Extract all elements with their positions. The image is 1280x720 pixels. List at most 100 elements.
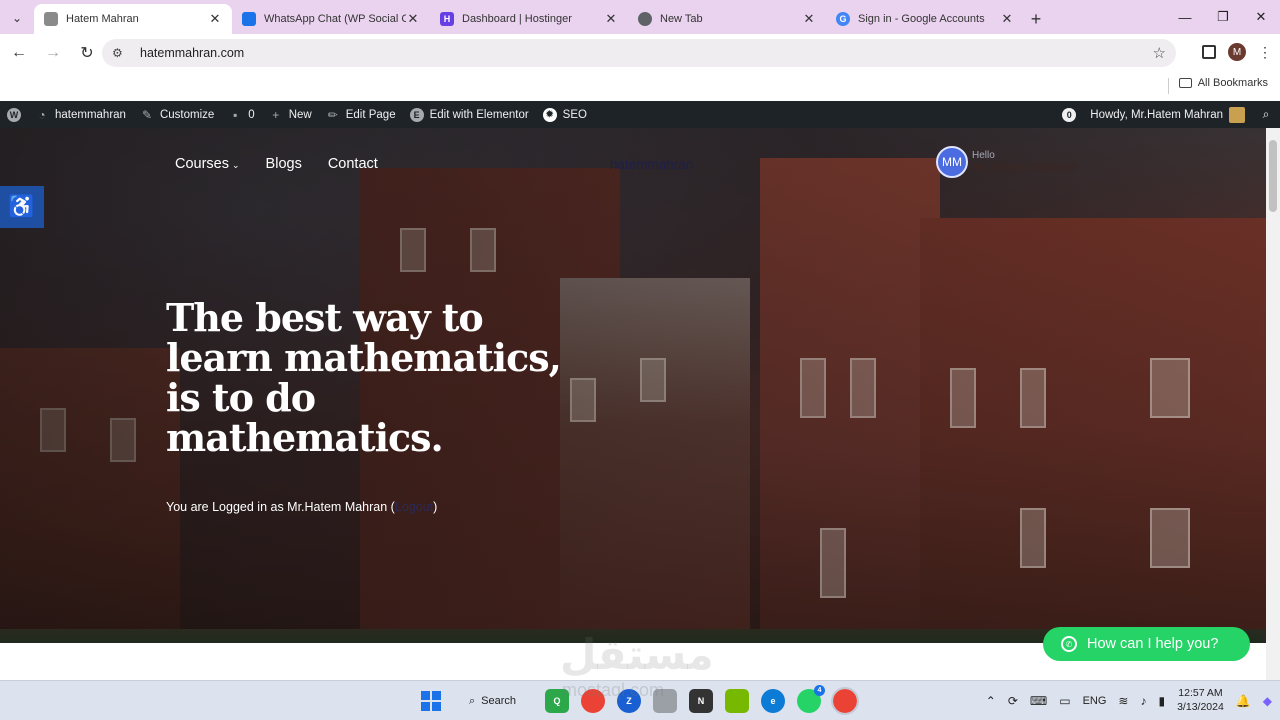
browser-toolbar: ← → ↻ ⚙ hatemmahran.com ☆ M ⋮: [0, 34, 1280, 72]
nvidia-taskbar-icon[interactable]: [725, 689, 749, 713]
chevron-up-icon[interactable]: ⌃: [986, 694, 996, 708]
tab-new-tab[interactable]: New Tab ✕: [628, 4, 826, 34]
language-indicator[interactable]: ENG: [1083, 695, 1107, 707]
edit-with-elementor-link[interactable]: E Edit with Elementor: [403, 101, 536, 128]
whatsapp-taskbar-icon[interactable]: 4: [797, 685, 825, 713]
accessibility-person-icon: ♿: [8, 194, 36, 219]
minimize-icon[interactable]: —: [1166, 6, 1204, 28]
accessibility-button[interactable]: ♿: [0, 186, 44, 228]
hostinger-favicon-icon: H: [440, 12, 454, 26]
edit-page-label: Edit Page: [345, 108, 396, 121]
tab-hatem-mahran[interactable]: Hatem Mahran ✕: [34, 4, 232, 34]
bookmark-star-icon[interactable]: ☆: [1153, 44, 1166, 62]
whatsapp-unread-badge: 4: [814, 685, 825, 696]
wp-admin-bar: W ◔ hatemmahran ✎ Customize ▪ 0 + New ✏ …: [0, 101, 1280, 128]
chrome-menu-icon[interactable]: ⋮: [1258, 44, 1272, 61]
google-favicon-icon: G: [836, 12, 850, 26]
admin-site-name[interactable]: ◔ hatemmahran: [28, 101, 133, 128]
battery-icon[interactable]: ▮: [1158, 694, 1165, 708]
display-icon[interactable]: ▭: [1059, 694, 1070, 708]
login-status-prefix: You are Logged in as Mr.Hatem Mahran (: [166, 500, 395, 514]
address-bar[interactable]: ⚙ hatemmahran.com ☆: [102, 39, 1176, 67]
side-panel-icon[interactable]: [1202, 45, 1216, 59]
tab-close-icon[interactable]: ✕: [802, 11, 816, 27]
howdy-account-menu[interactable]: Howdy, Mr.Hatem Mahran: [1083, 101, 1252, 128]
seo-link[interactable]: ✹ SEO: [536, 101, 594, 128]
new-tab-plus-icon[interactable]: +: [1024, 4, 1048, 34]
hello-label: Hello: [972, 149, 995, 161]
tab-close-icon[interactable]: ✕: [1000, 11, 1014, 27]
back-arrow-icon[interactable]: ←: [4, 38, 34, 68]
tab-google-signin[interactable]: G Sign in - Google Accounts ✕: [826, 4, 1024, 34]
paintbrush-icon: ✎: [141, 107, 152, 122]
volume-icon[interactable]: ♪: [1140, 694, 1146, 708]
login-status-suffix: ): [433, 500, 438, 514]
site-nav: Courses ⌄ Blogs Contact: [175, 156, 378, 172]
window-close-icon[interactable]: ✕: [1242, 6, 1280, 28]
bookmarks-bar: All Bookmarks: [0, 72, 1280, 100]
taskbar-clock[interactable]: 12:57 AM 3/13/2024: [1177, 687, 1224, 714]
notification-bell-icon[interactable]: 🔔: [1236, 694, 1251, 708]
sync-icon[interactable]: ⟳: [1008, 694, 1018, 708]
whatsapp-chat-favicon-icon: [242, 12, 256, 26]
forward-arrow-icon[interactable]: →: [38, 38, 68, 68]
tab-title: Dashboard | Hostinger: [462, 13, 572, 25]
tab-close-icon[interactable]: ✕: [604, 11, 618, 27]
nav-item-courses[interactable]: Courses ⌄: [175, 156, 240, 172]
admin-bar-right: 0 Howdy, Mr.Hatem Mahran ⌕: [1055, 101, 1280, 128]
all-bookmarks-label: All Bookmarks: [1197, 77, 1268, 89]
copilot-icon[interactable]: ◆: [1263, 694, 1272, 708]
folder-icon: [1178, 78, 1192, 88]
browser-tab-strip: ⌄ Hatem Mahran ✕ WhatsApp Chat (WP Socia…: [0, 0, 1280, 34]
user-greeting[interactable]: MM Hello Mr.Hatem Mahran: [936, 146, 1076, 178]
windows-start-icon[interactable]: [421, 691, 441, 711]
login-status: You are Logged in as Mr.Hatem Mahran (Lo…: [166, 500, 437, 514]
whatsapp-chat-button[interactable]: ✆ How can I help you?: [1043, 627, 1250, 661]
nav-courses-label: Courses: [175, 156, 229, 172]
scrollbar-thumb[interactable]: [1269, 140, 1277, 212]
tab-search-chevron-icon[interactable]: ⌄: [6, 7, 28, 29]
new-content-link[interactable]: + New: [262, 101, 319, 128]
comment-bubble-icon: ▪: [233, 107, 238, 122]
tab-whatsapp-chat[interactable]: WhatsApp Chat (WP Social Chat ✕: [232, 4, 430, 34]
site-info-icon[interactable]: ⚙: [112, 46, 130, 60]
customize-label: Customize: [159, 108, 215, 121]
howdy-label: Howdy, Mr.Hatem Mahran: [1090, 108, 1223, 121]
tab-hostinger-dashboard[interactable]: H Dashboard | Hostinger ✕: [430, 4, 628, 34]
elementor-icon: E: [409, 107, 424, 122]
edit-page-link[interactable]: ✏ Edit Page: [319, 101, 403, 128]
tab-close-icon[interactable]: ✕: [406, 11, 420, 27]
restore-icon[interactable]: ❐: [1204, 6, 1242, 28]
chrome-profile-taskbar-icon[interactable]: [831, 687, 859, 715]
url-text[interactable]: hatemmahran.com: [140, 46, 1153, 60]
all-bookmarks-button[interactable]: All Bookmarks: [1178, 77, 1268, 89]
edge-taskbar-icon[interactable]: e: [761, 689, 785, 713]
logout-link[interactable]: Logout: [395, 500, 433, 514]
plus-icon: +: [272, 107, 280, 122]
elementor-label: Edit with Elementor: [429, 108, 529, 121]
seo-gear-icon: ✹: [542, 107, 557, 122]
profile-avatar[interactable]: M: [1228, 43, 1246, 61]
window-controls: — ❐ ✕: [1166, 6, 1280, 28]
taskbar-search[interactable]: ⌕ Search: [455, 688, 533, 714]
wifi-icon[interactable]: ≋: [1118, 694, 1128, 708]
notifications-button[interactable]: 0: [1055, 101, 1083, 128]
tab-close-icon[interactable]: ✕: [208, 11, 222, 27]
taskbar-search-label: Search: [481, 695, 517, 707]
site-logo-text[interactable]: hatemmahran: [610, 157, 693, 172]
wp-logo-button[interactable]: W: [0, 101, 28, 128]
customize-link[interactable]: ✎ Customize: [133, 101, 221, 128]
nav-item-blogs[interactable]: Blogs: [266, 156, 302, 172]
comments-link[interactable]: ▪ 0: [221, 101, 261, 128]
admin-search-button[interactable]: ⌕: [1252, 101, 1280, 128]
nav-blogs-label: Blogs: [265, 156, 302, 172]
greeting-user-name: Mr.Hatem Mahran: [972, 159, 1077, 174]
editor-taskbar-icon[interactable]: N: [689, 689, 713, 713]
clock-time: 12:57 AM: [1178, 687, 1223, 700]
keyboard-icon[interactable]: ⌨: [1030, 694, 1047, 708]
wordpress-favicon-icon: [44, 12, 58, 26]
page-scrollbar[interactable]: [1266, 128, 1280, 680]
seo-label: SEO: [562, 108, 587, 121]
nav-item-contact[interactable]: Contact: [328, 156, 378, 172]
reload-icon[interactable]: ↻: [72, 38, 102, 68]
